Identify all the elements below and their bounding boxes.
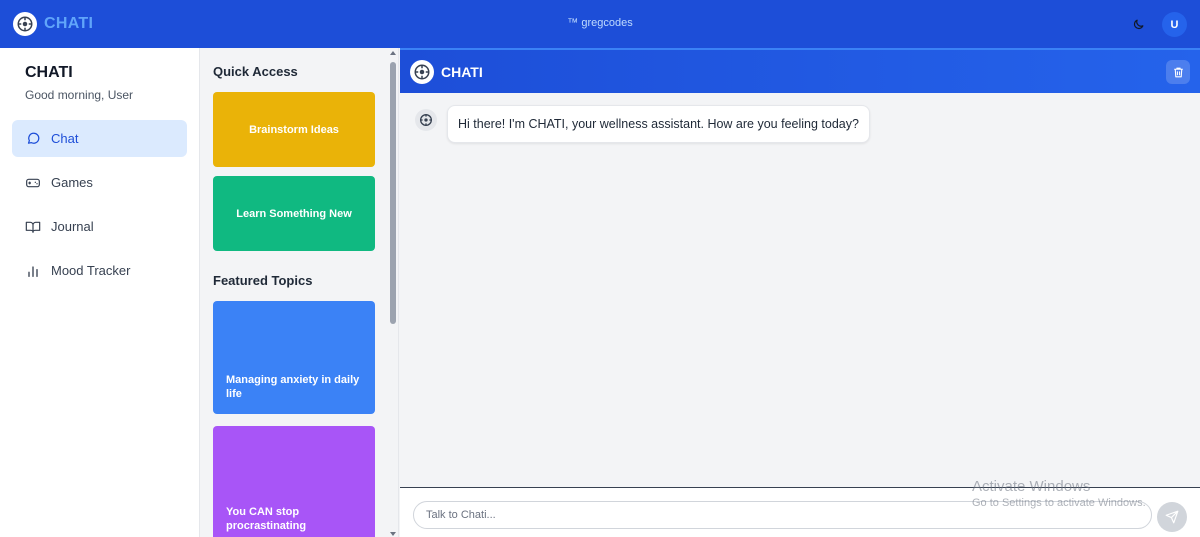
brand-credit: ™ gregcodes — [567, 17, 633, 29]
chat-bubble-icon — [25, 131, 41, 147]
sidebar: CHATI Good morning, User Chat Games Jour… — [0, 48, 200, 537]
sidebar-title: CHATI — [25, 64, 73, 81]
chati-logo-icon — [13, 12, 37, 36]
top-bar: CHATI ™ gregcodes U — [0, 0, 1200, 48]
clear-chat-button[interactable] — [1166, 60, 1190, 84]
featured-topic-card-anxiety[interactable]: Managing anxiety in daily life — [213, 301, 375, 414]
quick-access-heading: Quick Access — [213, 64, 298, 79]
chat-input[interactable] — [413, 501, 1152, 529]
featured-topic-card-procrastination[interactable]: You CAN stop procrastinating — [213, 426, 375, 537]
chat-title: CHATI — [441, 63, 483, 80]
send-button[interactable] — [1157, 502, 1187, 532]
chat-area: CHATI Hi there! I'm CHATI, your wellness… — [400, 48, 1200, 537]
message-composer — [400, 487, 1200, 537]
quick-access-card-brainstorm[interactable]: Brainstorm Ideas — [213, 92, 375, 167]
sidebar-item-label: Journal — [51, 219, 94, 234]
scroll-down-arrow-icon[interactable] — [390, 532, 396, 536]
sidebar-item-journal[interactable]: Journal — [12, 208, 187, 245]
moon-icon[interactable] — [1126, 13, 1150, 37]
app-name: CHATI — [44, 15, 94, 32]
bar-chart-icon — [25, 263, 41, 279]
side-panel: Quick Access Brainstorm Ideas Learn Some… — [201, 48, 399, 537]
bot-avatar-icon — [415, 109, 437, 131]
bot-message: Hi there! I'm CHATI, your wellness assis… — [447, 105, 870, 143]
brand[interactable]: CHATI — [13, 12, 93, 36]
card-label: You CAN stop procrastinating — [226, 506, 307, 532]
scroll-thumb[interactable] — [390, 62, 396, 324]
greeting: Good morning, User — [25, 88, 134, 102]
trash-icon — [1173, 67, 1183, 77]
sidebar-item-label: Mood Tracker — [51, 263, 131, 278]
send-icon — [1165, 510, 1179, 524]
panel-scrollbar[interactable] — [388, 48, 398, 537]
scroll-up-arrow-icon[interactable] — [390, 51, 396, 55]
card-label: Brainstorm Ideas — [249, 123, 339, 136]
chat-header: CHATI — [400, 48, 1200, 93]
featured-topics-heading: Featured Topics — [213, 273, 313, 288]
sidebar-item-mood-tracker[interactable]: Mood Tracker — [12, 252, 187, 289]
card-label: Learn Something New — [236, 207, 352, 220]
book-icon — [25, 219, 41, 235]
sidebar-item-games[interactable]: Games — [12, 164, 187, 201]
chati-logo-icon — [410, 59, 434, 84]
sidebar-item-label: Chat — [51, 131, 79, 146]
sidebar-item-chat[interactable]: Chat — [12, 120, 187, 157]
user-avatar[interactable]: U — [1162, 12, 1187, 37]
card-label: Managing anxiety in daily life — [226, 374, 360, 400]
gamepad-icon — [25, 175, 41, 191]
sidebar-item-label: Games — [51, 175, 93, 190]
quick-access-card-learn[interactable]: Learn Something New — [213, 176, 375, 251]
